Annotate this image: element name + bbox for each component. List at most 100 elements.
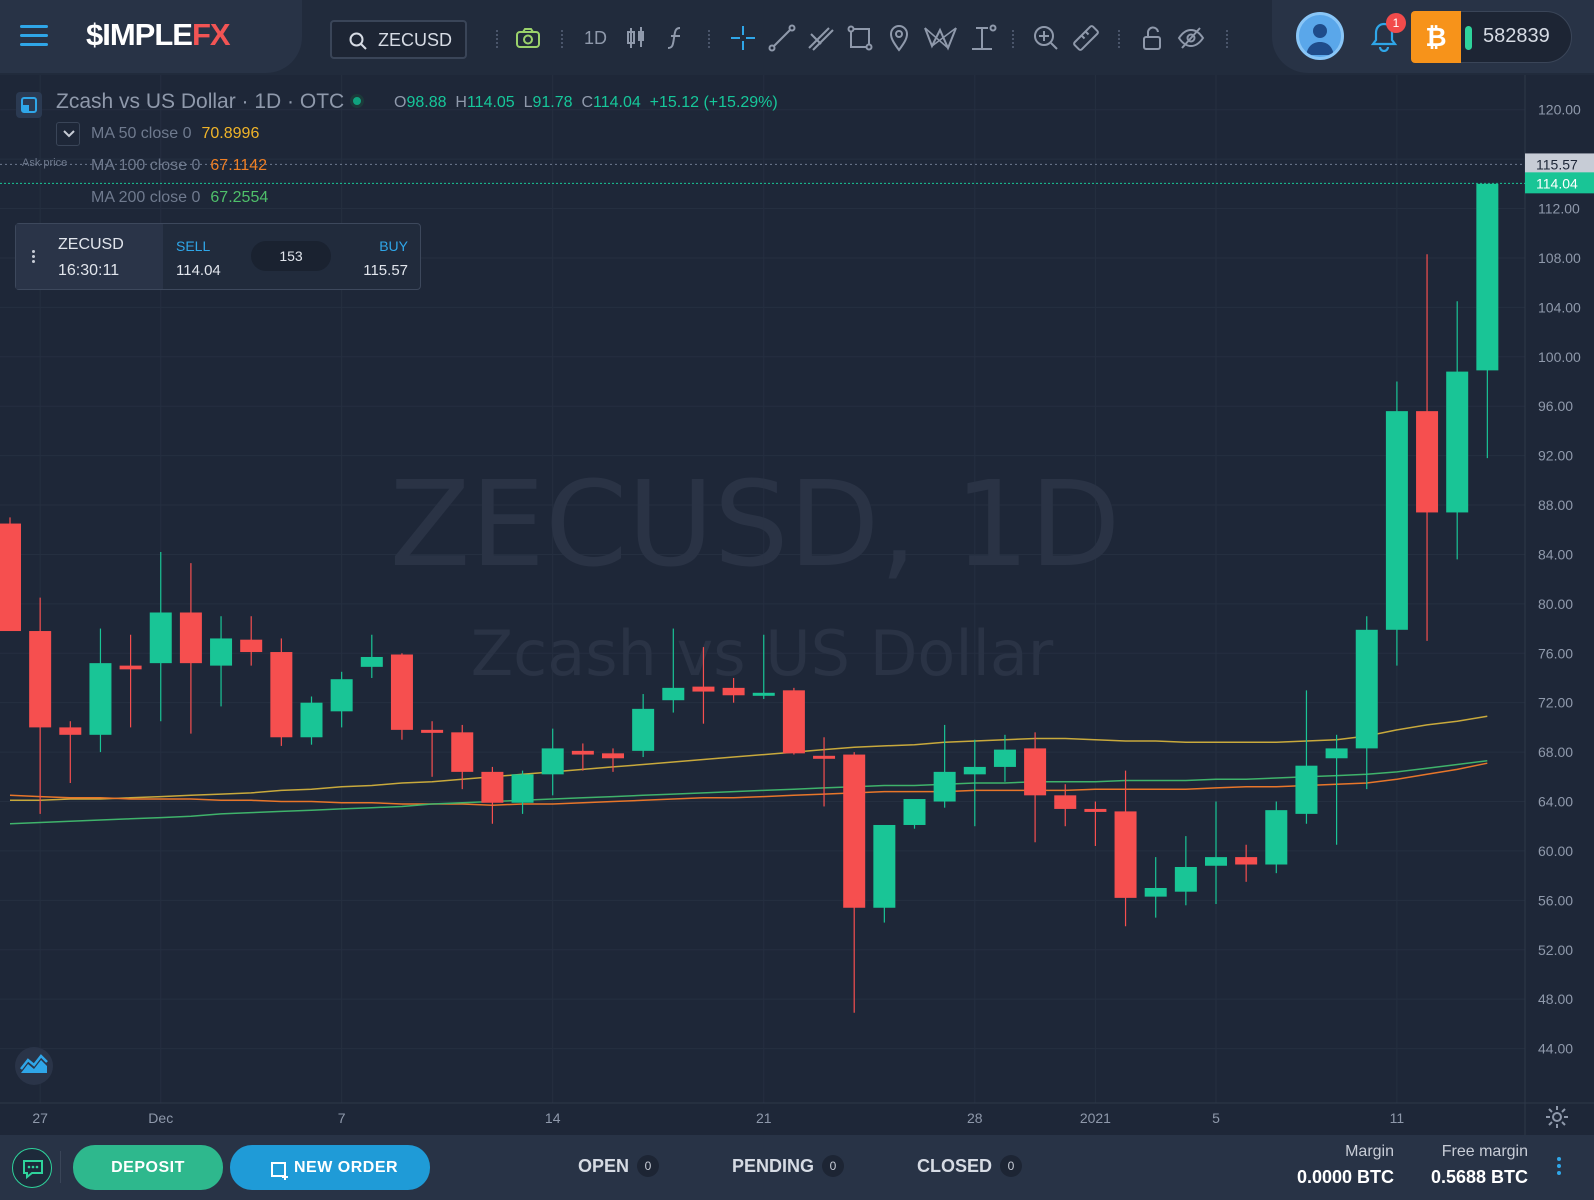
candle-body [119,665,142,670]
ma-100-legend[interactable]: MA 100 close 0 67.1142 [91,157,267,175]
interval-button[interactable]: 1D [584,28,607,49]
candle-body [59,727,82,735]
x-tick-label: 11 [1390,1110,1405,1126]
candle-up [1476,183,1499,459]
buy-price[interactable]: 115.57 [363,262,408,279]
candle-up [541,728,564,796]
hide-icon[interactable] [1175,22,1207,54]
chart-settings-icon[interactable] [1545,1105,1569,1134]
candle-body [481,771,504,803]
more-options-icon[interactable] [1557,1157,1561,1178]
measure-icon[interactable] [966,22,998,54]
candle-up [1205,801,1227,905]
chart-back-icon[interactable] [16,92,42,118]
candle-body [1446,371,1469,513]
candle-body [963,766,986,775]
candle-body [692,686,715,692]
candle-down [1024,732,1047,843]
candle-body [1174,866,1197,892]
fib-icon[interactable] [805,22,837,54]
more-options-icon[interactable] [32,250,36,265]
candle-up [1144,857,1167,918]
ask-price-label: Ask price [22,157,68,169]
collapse-indicators-button[interactable] [56,122,80,146]
candle-down [270,638,293,746]
buy-button[interactable]: BUY [379,238,408,254]
candle-body [571,750,594,755]
x-tick-label: 7 [338,1110,346,1126]
sell-price[interactable]: 114.04 [176,262,221,279]
y-tick-label: 68.00 [1538,744,1573,760]
moving-average-line [10,715,1488,802]
candle-body [1205,857,1227,866]
candle-down [1084,801,1107,846]
candle-body [29,631,52,728]
logo[interactable]: $IMPLEFX [86,17,231,53]
y-tick-label: 60.00 [1538,843,1573,859]
y-tick-label: 72.00 [1538,695,1573,711]
symbol-search-input[interactable] [378,29,463,51]
x-tick-label: Dec [148,1110,173,1126]
marker-icon[interactable] [883,22,915,54]
brand-panel: $IMPLEFX [0,0,302,73]
ma-50-legend[interactable]: MA 50 close 0 70.8996 [91,125,259,143]
zoom-in-icon[interactable] [1030,22,1062,54]
ohlc-values: O98.88 H114.05 L91.78 C114.04 +15.12 (+1… [394,94,778,111]
indicators-icon[interactable] [660,22,692,54]
x-tick-label: 27 [32,1110,48,1126]
candle-up [1265,801,1288,874]
candle-body [1325,748,1348,759]
candles-icon[interactable] [620,22,652,54]
y-tick-label: 76.00 [1538,645,1573,661]
avatar[interactable] [1296,12,1344,60]
menu-icon[interactable] [20,25,48,47]
toolbar-separator [1118,30,1121,48]
search-icon [349,32,367,50]
trend-line-icon[interactable] [766,22,798,54]
candle-up [330,671,353,728]
lock-icon[interactable] [1136,22,1168,54]
candle-down [0,517,21,632]
chat-button[interactable] [12,1148,52,1188]
candle-down [179,563,202,734]
candle-body [300,702,323,738]
ruler-icon[interactable] [1070,22,1102,54]
camera-icon[interactable] [512,22,544,54]
tab-open[interactable]: OPEN 0 [578,1155,660,1177]
candle-up [933,724,956,808]
ask-price-label: 115.57 [1536,156,1578,172]
tradingview-logo-icon[interactable] [15,1047,53,1085]
crosshair-icon[interactable] [727,22,759,54]
candle-down [813,737,836,807]
sell-button[interactable]: SELL [176,238,210,254]
y-tick-label: 92.00 [1538,448,1573,464]
x-tick-label: 5 [1212,1110,1220,1126]
y-tick-label: 56.00 [1538,892,1573,908]
balance-value: 582839 [1483,25,1550,47]
candle-up [149,551,172,722]
pattern-icon[interactable] [922,22,962,54]
tab-pending[interactable]: PENDING 0 [732,1155,845,1177]
candle-body [752,692,775,696]
candle-body [782,690,805,754]
rectangle-icon[interactable] [844,22,876,54]
new-order-button[interactable]: NEW ORDER [230,1145,430,1190]
y-tick-label: 96.00 [1538,398,1573,414]
candle-body [632,708,655,751]
y-tick-label: 52.00 [1538,942,1573,958]
candle-body [451,732,474,772]
moving-average-line [9,762,1488,806]
tab-closed[interactable]: CLOSED 0 [917,1155,1023,1177]
y-tick-label: 104.00 [1538,299,1581,315]
candle-up [903,799,926,829]
symbol-search[interactable] [330,20,467,59]
candle-body [270,652,293,738]
candle-down [390,653,413,740]
candle-body [89,663,112,735]
candle-up [1174,836,1197,906]
y-tick-label: 88.00 [1538,497,1573,513]
deposit-button[interactable]: DEPOSIT [73,1145,223,1190]
balance-selector[interactable]: ₿ 582839 [1411,11,1572,63]
ma-200-legend[interactable]: MA 200 close 0 67.2554 [91,189,268,207]
chart-title: Zcash vs US Dollar · 1D · OTC [56,90,345,113]
